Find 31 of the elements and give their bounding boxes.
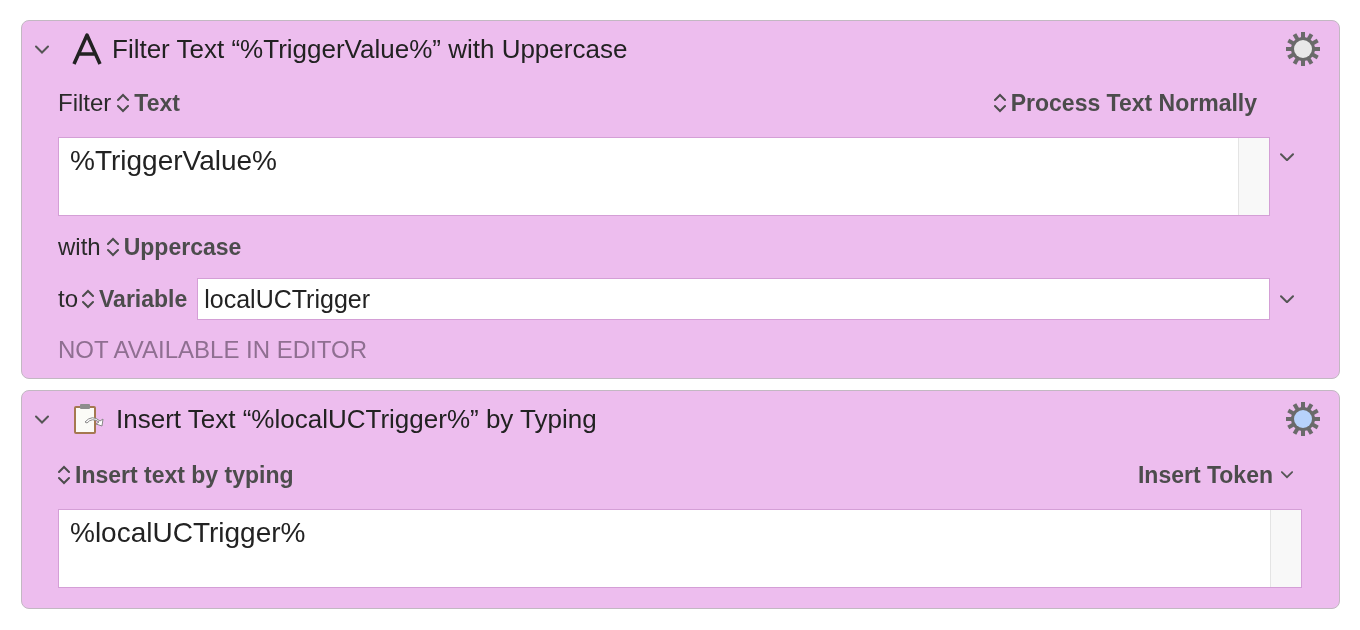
action-title: Insert Text “%localUCTrigger%” by Typing xyxy=(116,403,598,435)
filter-popup[interactable]: Uppercase xyxy=(106,233,242,261)
chevron-down-icon xyxy=(1281,471,1293,479)
to-label: to xyxy=(58,285,78,313)
variable-field[interactable]: localUCTrigger xyxy=(197,278,1270,320)
processing-popup[interactable]: Process Text Normally xyxy=(993,89,1257,117)
variable-menu[interactable] xyxy=(1280,294,1294,304)
token-menu[interactable] xyxy=(1280,153,1294,162)
action-title: Filter Text “%TriggerValue%” with Uppercase xyxy=(112,33,629,65)
destination-popup[interactable]: Variable xyxy=(82,285,188,313)
up-down-arrows-icon xyxy=(117,93,130,113)
up-down-arrows-icon xyxy=(106,237,119,257)
text-area[interactable]: %TriggerValue% xyxy=(58,137,1270,216)
clipboard-icon xyxy=(72,402,106,436)
text-icon xyxy=(72,33,102,65)
chevron-down-icon[interactable] xyxy=(35,44,49,54)
source-popup[interactable]: Text xyxy=(117,89,180,117)
with-label: with xyxy=(58,233,101,261)
up-down-arrows-icon xyxy=(82,289,94,309)
editor-note: NOT AVAILABLE IN EDITOR xyxy=(58,336,367,364)
text-area[interactable]: %localUCTrigger% xyxy=(58,509,1302,588)
insert-method-popup[interactable]: Insert text by typing xyxy=(58,461,294,489)
settings-gear-icon[interactable] xyxy=(1285,31,1321,67)
up-down-arrows-icon xyxy=(993,93,1006,113)
chevron-down-icon xyxy=(1280,153,1294,162)
up-down-arrows-icon xyxy=(58,465,70,485)
chevron-down-icon xyxy=(1280,294,1294,304)
settings-gear-icon[interactable] xyxy=(1285,401,1321,437)
filter-label: Filter xyxy=(58,89,112,117)
chevron-down-icon[interactable] xyxy=(35,414,49,424)
insert-token-button[interactable]: Insert Token xyxy=(1137,461,1293,489)
